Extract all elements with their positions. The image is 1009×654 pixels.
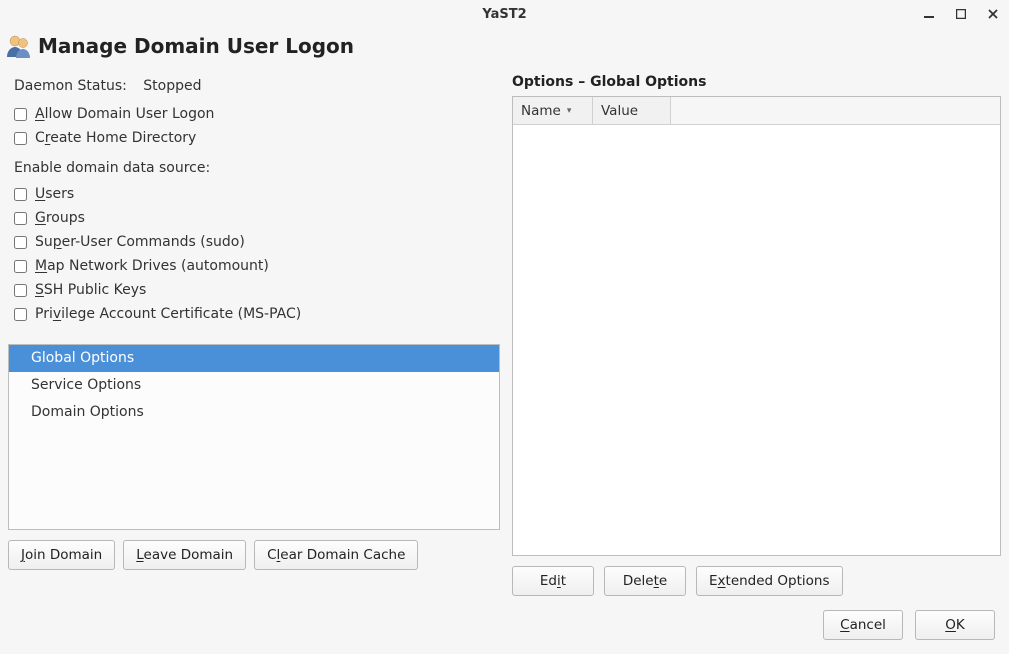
delete-button[interactable]: Delete	[604, 566, 686, 596]
ds-ssh-checkbox[interactable]	[14, 284, 27, 297]
create-home-row: Create Home Directory	[8, 126, 500, 150]
create-home-label: Create Home Directory	[35, 130, 196, 146]
ds-users-row: Users	[8, 182, 500, 206]
ds-map-checkbox[interactable]	[14, 260, 27, 273]
users-icon	[4, 32, 32, 60]
column-name[interactable]: Name ▾	[513, 97, 593, 124]
ds-groups-label: Groups	[35, 210, 85, 226]
leave-domain-button[interactable]: Leave Domain	[123, 540, 246, 570]
ds-ssh-row: SSH Public Keys	[8, 278, 500, 302]
ds-sudo-row: Super-User Commands (sudo)	[8, 230, 500, 254]
page-title: Manage Domain User Logon	[38, 34, 354, 58]
ds-map-row: Map Network Drives (automount)	[8, 254, 500, 278]
ds-pac-label: Privilege Account Certificate (MS-PAC)	[35, 306, 301, 322]
close-button[interactable]	[985, 6, 1001, 22]
options-item-global[interactable]: Global Options	[9, 345, 499, 372]
options-item-domain[interactable]: Domain Options	[9, 399, 499, 426]
titlebar: YaST2	[0, 0, 1009, 28]
options-panel-title: Options – Global Options	[512, 72, 1001, 96]
window-title: YaST2	[482, 7, 526, 22]
daemon-status-label: Daemon Status:	[14, 78, 127, 94]
allow-logon-row: Allow Domain User Logon	[8, 102, 500, 126]
ds-users-checkbox[interactable]	[14, 188, 27, 201]
ds-sudo-label: Super-User Commands (sudo)	[35, 234, 245, 250]
extended-options-button[interactable]: Extended Options	[696, 566, 843, 596]
clear-cache-button[interactable]: Clear Domain Cache	[254, 540, 418, 570]
column-value[interactable]: Value	[593, 97, 671, 124]
ds-groups-checkbox[interactable]	[14, 212, 27, 225]
left-button-row: Join Domain Leave Domain Clear Domain Ca…	[8, 540, 500, 570]
allow-logon-label: Allow Domain User Logon	[35, 106, 214, 122]
ds-groups-row: Groups	[8, 206, 500, 230]
right-button-row: Edit Delete Extended Options	[512, 566, 1001, 596]
ds-sudo-checkbox[interactable]	[14, 236, 27, 249]
left-panel: Daemon Status: Stopped Allow Domain User…	[8, 72, 500, 596]
options-table: Name ▾ Value	[512, 96, 1001, 556]
daemon-status: Daemon Status: Stopped	[8, 72, 500, 102]
data-source-label: Enable domain data source:	[8, 150, 500, 182]
daemon-status-value: Stopped	[143, 78, 201, 94]
cancel-button[interactable]: Cancel	[823, 610, 903, 640]
ds-map-label: Map Network Drives (automount)	[35, 258, 269, 274]
page-header: Manage Domain User Logon	[0, 28, 1009, 72]
allow-logon-checkbox[interactable]	[14, 108, 27, 121]
ok-button[interactable]: OK	[915, 610, 995, 640]
create-home-checkbox[interactable]	[14, 132, 27, 145]
options-item-service[interactable]: Service Options	[9, 372, 499, 399]
maximize-button[interactable]	[953, 6, 969, 22]
dialog-footer: Cancel OK	[823, 610, 995, 640]
sort-indicator-icon: ▾	[567, 106, 572, 116]
edit-button[interactable]: Edit	[512, 566, 594, 596]
ds-pac-row: Privilege Account Certificate (MS-PAC)	[8, 302, 500, 326]
options-table-header: Name ▾ Value	[513, 97, 1000, 125]
ds-pac-checkbox[interactable]	[14, 308, 27, 321]
minimize-button[interactable]	[921, 6, 937, 22]
ds-users-label: Users	[35, 186, 74, 202]
options-table-body[interactable]	[513, 125, 1000, 555]
options-category-list[interactable]: Global Options Service Options Domain Op…	[8, 344, 500, 530]
column-spacer	[671, 97, 1000, 124]
right-panel: Options – Global Options Name ▾ Value Ed…	[512, 72, 1001, 596]
window-controls	[921, 0, 1001, 28]
ds-ssh-label: SSH Public Keys	[35, 282, 146, 298]
join-domain-button[interactable]: Join Domain	[8, 540, 115, 570]
